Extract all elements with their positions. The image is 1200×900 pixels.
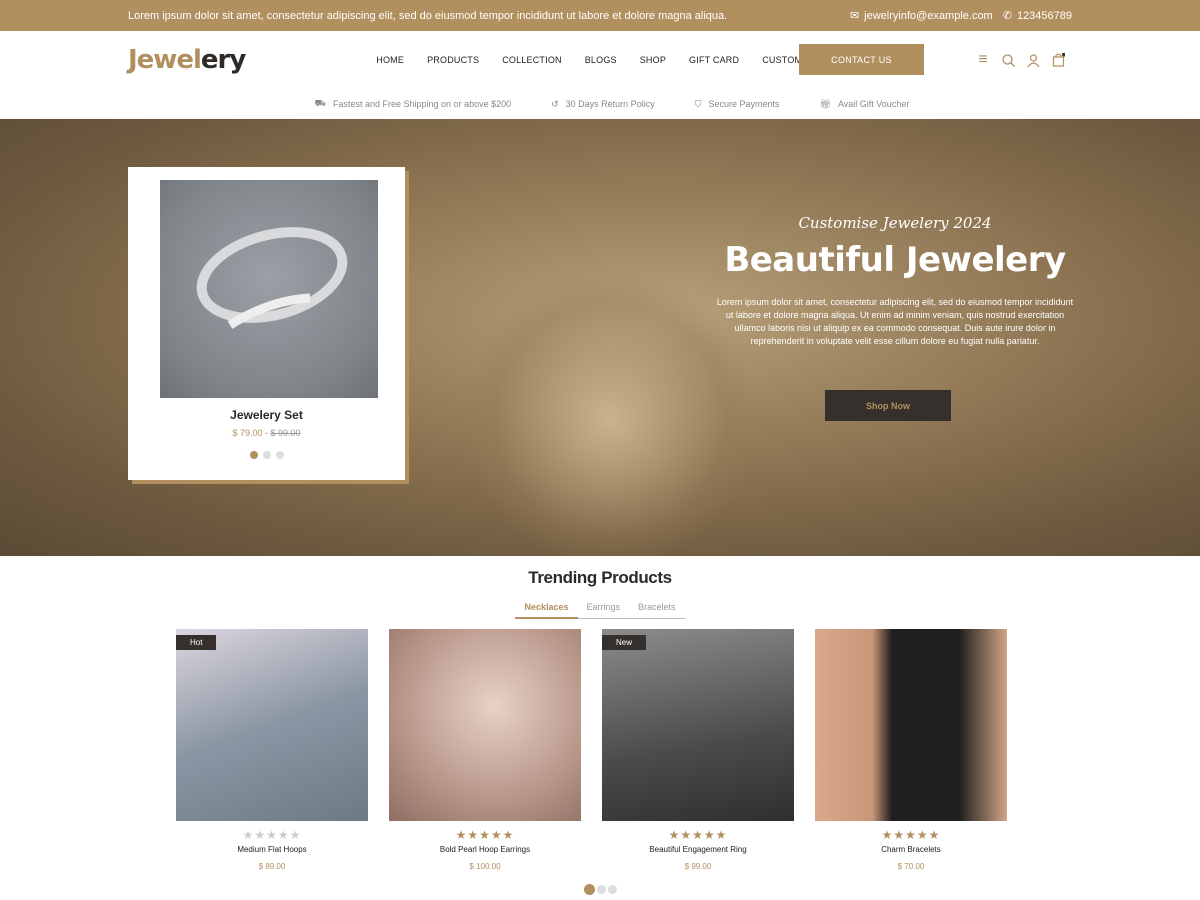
gift-icon: 🎁︎ bbox=[819, 98, 831, 109]
truck-icon: ⛟ bbox=[314, 98, 326, 108]
product-price: $ 89.00 bbox=[258, 862, 286, 871]
tab-bracelets[interactable]: Bracelets bbox=[629, 602, 685, 618]
contact-us-button[interactable]: CONTACT US bbox=[799, 44, 924, 75]
logo[interactable]: Jewelery bbox=[128, 45, 246, 75]
feature-secure: ⛉ Secure Payments bbox=[694, 98, 780, 110]
nav-home[interactable]: HOME bbox=[376, 55, 404, 65]
card-title: Jewelery Set bbox=[230, 408, 303, 422]
dot[interactable] bbox=[275, 451, 284, 459]
product-name: Bold Pearl Hoop Earrings bbox=[439, 845, 531, 854]
card-carousel-dots bbox=[128, 451, 405, 459]
product-card[interactable]: ★★★★★ Bold Pearl Hoop Earrings $ 100.00 bbox=[389, 629, 581, 871]
rating-stars: ★★★★★ bbox=[242, 828, 302, 842]
return-icon: ↺ bbox=[551, 98, 559, 109]
nav-shop[interactable]: SHOP bbox=[640, 55, 666, 65]
feature-gift: 🎁︎ Avail Gift Voucher bbox=[819, 98, 910, 110]
phone-link[interactable]: ✆ 123456789 bbox=[1002, 9, 1072, 23]
hero-banner: Jewelery Set $ 79.00 - $ 99.00 Customise… bbox=[0, 119, 1200, 556]
shop-now-button[interactable]: Shop Now bbox=[825, 390, 951, 421]
product-image: Hot bbox=[176, 629, 368, 821]
nav-products[interactable]: PRODUCTS bbox=[427, 55, 479, 65]
ring-image bbox=[160, 180, 378, 398]
header: Jewelery HOME PRODUCTS COLLECTION BLOGS … bbox=[0, 31, 1200, 89]
product-price: $ 100.00 bbox=[469, 862, 501, 871]
hero-title: Beautiful Jewelery bbox=[724, 240, 1066, 280]
card-price: $ 79.00 - $ 99.00 bbox=[232, 428, 301, 438]
product-image: New bbox=[602, 629, 794, 821]
top-bar: Lorem ipsum dolor sit amet, consectetur … bbox=[0, 0, 1200, 31]
shield-icon: ⛉ bbox=[694, 98, 702, 109]
hero-description: Lorem ipsum dolor sit amet, consectetur … bbox=[716, 297, 1074, 346]
product-price: $ 99.00 bbox=[684, 862, 712, 871]
product-name: Charm Bracelets bbox=[881, 845, 941, 854]
product-name: Medium Flat Hoops bbox=[237, 845, 307, 854]
product-list: Hot ★★★★★ Medium Flat Hoops $ 89.00 ★★★★… bbox=[0, 629, 1200, 871]
new-badge: New bbox=[602, 635, 647, 650]
product-card[interactable]: ★★★★★ Charm Bracelets $ 70.00 bbox=[815, 629, 1007, 871]
menu-icon[interactable]: ≡ bbox=[976, 51, 990, 68]
search-icon[interactable] bbox=[1001, 53, 1015, 67]
rating-stars: ★★★★★ bbox=[881, 828, 941, 842]
tab-necklaces[interactable]: Necklaces bbox=[515, 602, 578, 619]
dot[interactable] bbox=[596, 885, 606, 894]
product-card[interactable]: New ★★★★★ Beautiful Engagement Ring $ 99… bbox=[602, 629, 794, 871]
nav-blogs[interactable]: BLOGS bbox=[585, 55, 617, 65]
hero-subtitle: Customise Jewelery 2024 bbox=[798, 214, 992, 232]
main-nav: HOME PRODUCTS COLLECTION BLOGS SHOP GIFT… bbox=[376, 55, 817, 65]
featured-product-card[interactable]: Jewelery Set $ 79.00 - $ 99.00 bbox=[128, 167, 405, 480]
cart-icon[interactable] bbox=[1051, 53, 1065, 67]
feature-returns: ↺ 30 Days Return Policy bbox=[551, 98, 655, 110]
email-link[interactable]: ✉ jewelryinfo@example.com bbox=[849, 9, 993, 23]
rating-stars: ★★★★★ bbox=[668, 828, 728, 842]
product-price: $ 70.00 bbox=[897, 862, 925, 871]
phone-icon: ✆ bbox=[1002, 10, 1012, 22]
mail-icon: ✉ bbox=[849, 10, 860, 22]
tab-earrings[interactable]: Earrings bbox=[578, 602, 630, 618]
user-icon[interactable] bbox=[1026, 53, 1040, 67]
feature-shipping: ⛟ Fastest and Free Shipping on or above $… bbox=[314, 98, 512, 109]
product-card[interactable]: Hot ★★★★★ Medium Flat Hoops $ 89.00 bbox=[176, 629, 368, 871]
product-image bbox=[815, 629, 1007, 821]
section-title: Trending Products bbox=[528, 568, 672, 587]
product-carousel-dots bbox=[0, 884, 1200, 895]
rating-stars: ★★★★★ bbox=[455, 828, 515, 842]
product-image bbox=[389, 629, 581, 821]
dot[interactable] bbox=[249, 451, 258, 459]
feature-strip: ⛟ Fastest and Free Shipping on or above $… bbox=[0, 89, 1200, 119]
dot[interactable] bbox=[262, 451, 271, 459]
dot[interactable] bbox=[583, 884, 595, 895]
product-name: Beautiful Engagement Ring bbox=[649, 845, 747, 854]
nav-collection[interactable]: COLLECTION bbox=[502, 55, 562, 65]
category-tabs: Necklaces Earrings Bracelets bbox=[515, 602, 685, 619]
promo-message: Lorem ipsum dolor sit amet, consectetur … bbox=[128, 9, 728, 22]
dot[interactable] bbox=[607, 885, 617, 894]
nav-gift-card[interactable]: GIFT CARD bbox=[689, 55, 739, 65]
trending-section: Trending Products Necklaces Earrings Bra… bbox=[0, 568, 1200, 895]
hot-badge: Hot bbox=[176, 635, 217, 650]
